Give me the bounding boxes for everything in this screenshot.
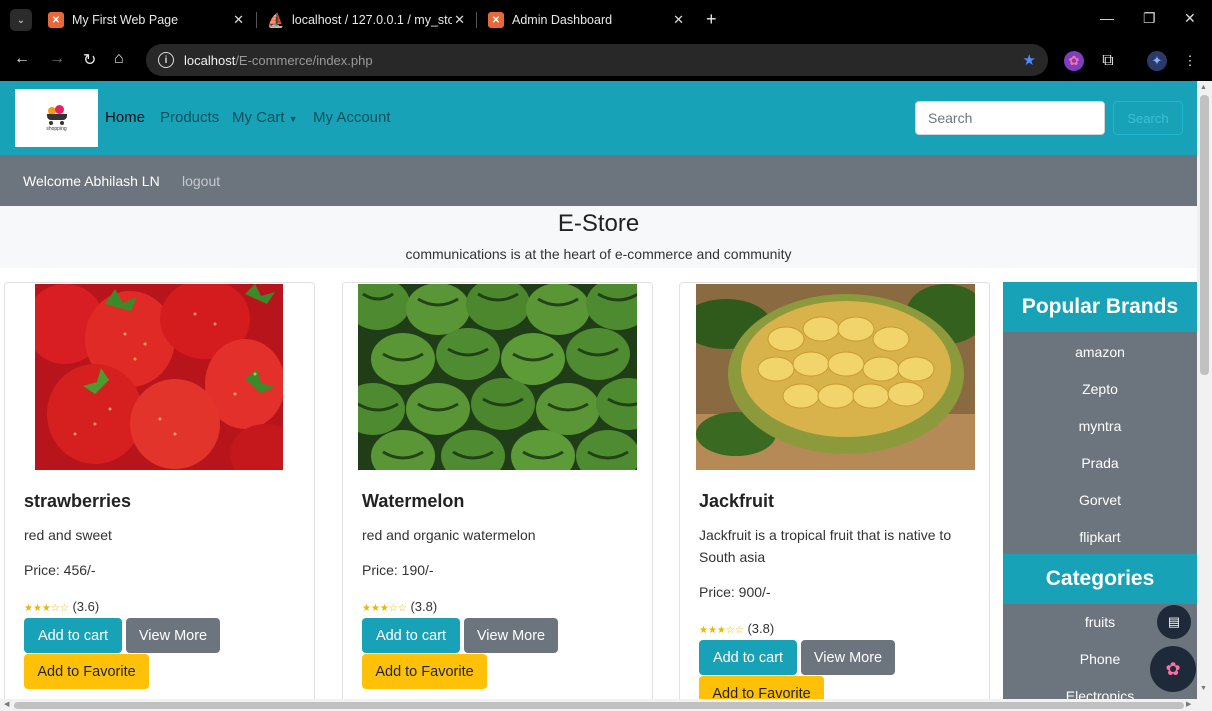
- hero-section: E-Store communications is at the heart o…: [0, 206, 1197, 268]
- search-input[interactable]: [915, 101, 1105, 135]
- product-image-strawberries[interactable]: [35, 284, 314, 470]
- forward-icon[interactable]: →: [49, 50, 65, 68]
- back-icon[interactable]: ←: [14, 50, 30, 68]
- product-description: red and organic watermelon: [362, 527, 536, 543]
- brain-extension-icon[interactable]: ✿: [1064, 51, 1084, 71]
- product-price: Price: 900/-: [699, 584, 771, 600]
- tab-phpmyadmin[interactable]: ⛵ localhost / 127.0.0.1 / my_store ✕: [267, 0, 465, 40]
- add-to-cart-button[interactable]: Add to cart: [362, 618, 460, 653]
- scroll-right-icon: ▶: [1186, 701, 1192, 708]
- close-tab-icon[interactable]: ✕: [673, 12, 684, 28]
- rating-stars-icon: ★★★☆☆: [362, 603, 407, 614]
- web-page: shopping Home Products My Cart ▼ My Acco…: [0, 81, 1197, 699]
- url-text: localhost/E-commerce/index.php: [184, 52, 373, 68]
- home-icon[interactable]: ⌂: [114, 50, 124, 68]
- address-bar[interactable]: i localhost/E-commerce/index.php ★: [146, 44, 1048, 76]
- close-tab-icon[interactable]: ✕: [233, 12, 244, 28]
- logout-link[interactable]: logout: [182, 173, 220, 189]
- brand-item[interactable]: amazon: [1003, 344, 1197, 360]
- tab-my-first-web-page[interactable]: ✕ My First Web Page ✕: [48, 0, 244, 40]
- add-to-favorite-button[interactable]: Add to Favorite: [24, 654, 149, 689]
- site-logo[interactable]: shopping: [15, 89, 98, 147]
- store-tagline: communications is at the heart of e-comm…: [405, 246, 792, 262]
- tab-search-icon[interactable]: ⌄: [10, 9, 32, 31]
- reload-icon[interactable]: ↻: [83, 50, 96, 70]
- view-more-button[interactable]: View More: [801, 640, 895, 675]
- xampp-icon: ✕: [488, 12, 504, 28]
- nav-my-account[interactable]: My Account: [313, 109, 391, 126]
- caret-down-icon: ▼: [288, 114, 298, 124]
- nav-products[interactable]: Products: [160, 109, 219, 126]
- minimize-icon[interactable]: —: [1100, 10, 1114, 26]
- brand-item[interactable]: Zepto: [1003, 381, 1197, 397]
- product-rating: ★★★☆☆ (3.8): [362, 599, 438, 614]
- close-tab-icon[interactable]: ✕: [454, 12, 465, 28]
- main-navbar: shopping Home Products My Cart ▼ My Acco…: [0, 81, 1197, 155]
- browser-menu-icon[interactable]: ⋮: [1180, 51, 1200, 71]
- user-bar: Welcome Abhilash LN logout: [0, 155, 1197, 206]
- restore-icon[interactable]: ❐: [1143, 10, 1156, 27]
- add-to-favorite-button[interactable]: Add to Favorite: [362, 654, 487, 689]
- product-card: Jackfruit Jackfruit is a tropical fruit …: [679, 282, 990, 699]
- brand-item[interactable]: Gorvet: [1003, 492, 1197, 508]
- view-more-button[interactable]: View More: [126, 618, 220, 653]
- xampp-icon: ✕: [48, 12, 64, 28]
- popular-brands-heading: Popular Brands: [1003, 282, 1197, 332]
- add-to-favorite-button[interactable]: Add to Favorite: [699, 676, 824, 699]
- product-name: Watermelon: [362, 491, 465, 511]
- categories-heading: Categories: [1003, 554, 1197, 604]
- scrollbar-thumb[interactable]: [14, 702, 1184, 709]
- phpmyadmin-icon: ⛵: [267, 11, 285, 28]
- view-more-button[interactable]: View More: [464, 618, 558, 653]
- product-price: Price: 190/-: [362, 562, 434, 578]
- product-name: Jackfruit: [699, 491, 775, 511]
- new-tab-icon[interactable]: +: [706, 9, 717, 30]
- brand-item[interactable]: Prada: [1003, 455, 1197, 471]
- cart-logo-icon: [44, 104, 70, 125]
- rating-stars-icon: ★★★☆☆: [699, 625, 744, 636]
- profile-extension-icon[interactable]: ✦: [1147, 51, 1167, 71]
- product-price: Price: 456/-: [24, 562, 96, 578]
- close-window-icon[interactable]: ✕: [1184, 10, 1196, 27]
- add-to-cart-button[interactable]: Add to cart: [699, 640, 797, 675]
- product-image-jackfruit[interactable]: [696, 284, 975, 470]
- ai-assistant-icon[interactable]: ✿: [1150, 646, 1196, 692]
- extensions-puzzle-icon[interactable]: ⧉: [1098, 51, 1118, 71]
- store-title: E-Store: [557, 210, 640, 237]
- tab-admin-dashboard[interactable]: ✕ Admin Dashboard ✕: [488, 0, 684, 40]
- tab-separator: [476, 12, 477, 28]
- brand-item[interactable]: myntra: [1003, 418, 1197, 434]
- product-rating: ★★★☆☆ (3.6): [24, 599, 100, 614]
- scroll-left-icon: ◀: [4, 701, 10, 708]
- nav-home[interactable]: Home: [105, 109, 145, 126]
- product-image-watermelon[interactable]: [358, 284, 637, 470]
- scroll-up-icon: ▲: [1200, 84, 1207, 91]
- product-card: Watermelon red and organic watermelon Pr…: [342, 282, 653, 699]
- browser-toolbar: ← → ↻ ⌂ i localhost/E-commerce/index.php…: [0, 40, 1212, 81]
- bookmark-star-icon[interactable]: ★: [1023, 51, 1036, 69]
- scroll-down-icon: ▼: [1200, 685, 1207, 692]
- tab-separator: [256, 12, 257, 28]
- brand-item[interactable]: flipkart: [1003, 529, 1197, 545]
- horizontal-scrollbar[interactable]: ◀ ▶: [0, 699, 1212, 711]
- product-description: red and sweet: [24, 527, 112, 543]
- browser-tab-bar: ⌄ ✕ My First Web Page ✕ ⛵ localhost / 12…: [0, 0, 1212, 40]
- scrollbar-thumb[interactable]: [1200, 95, 1209, 375]
- vertical-scrollbar[interactable]: ▲ ▼: [1197, 81, 1212, 699]
- nav-my-cart[interactable]: My Cart ▼: [232, 109, 298, 126]
- product-description: Jackfruit is a tropical fruit that is na…: [699, 527, 952, 565]
- product-name: strawberries: [24, 491, 132, 511]
- site-info-icon[interactable]: i: [158, 52, 174, 68]
- search-button[interactable]: Search: [1113, 101, 1183, 135]
- product-rating: ★★★☆☆ (3.8): [699, 621, 775, 636]
- welcome-text: Welcome Abhilash LN: [23, 173, 160, 189]
- add-to-cart-button[interactable]: Add to cart: [24, 618, 122, 653]
- product-card: strawberries red and sweet Price: 456/- …: [4, 282, 315, 699]
- reader-mode-icon[interactable]: ▤: [1157, 605, 1191, 639]
- rating-stars-icon: ★★★☆☆: [24, 603, 69, 614]
